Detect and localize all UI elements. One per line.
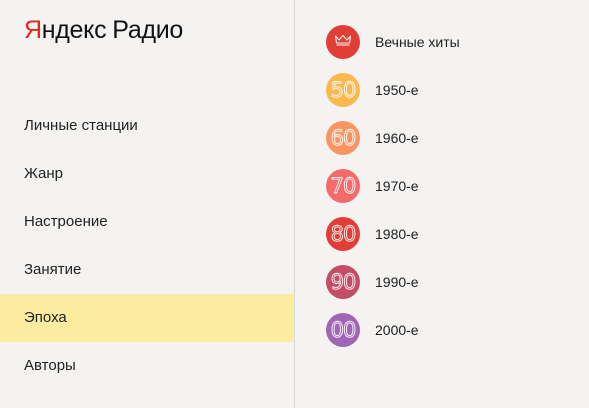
- crown-icon: [334, 33, 352, 51]
- nav-item-activity[interactable]: Занятие: [0, 246, 294, 294]
- station-badge: 90: [326, 265, 360, 299]
- station-1990s[interactable]: 90 1990-е: [326, 258, 460, 306]
- station-badge-number: 50: [330, 78, 357, 103]
- station-badge: 00: [326, 313, 360, 347]
- station-eternal-hits[interactable]: Вечные хиты: [326, 18, 460, 66]
- station-badge: 50: [326, 73, 360, 107]
- nav-item-mood[interactable]: Настроение: [0, 198, 294, 246]
- station-1950s[interactable]: 50 1950-е: [326, 66, 460, 114]
- station-label: 1950-е: [375, 82, 419, 98]
- station-2000s[interactable]: 00 2000-е: [326, 306, 460, 354]
- logo-brand-first-letter: Я: [24, 16, 42, 44]
- nav-item-epoch[interactable]: Эпоха: [0, 294, 294, 342]
- logo-brand-rest: ндекс: [41, 16, 107, 44]
- category-nav: Личные станции Жанр Настроение Занятие Э…: [0, 102, 294, 390]
- station-badge-number: 60: [330, 126, 357, 151]
- nav-item-authors[interactable]: Авторы: [0, 342, 294, 390]
- station-list: Вечные хиты 50 1950-е 60 1960-е 70 1970-…: [326, 18, 460, 354]
- station-badge: 80: [326, 217, 360, 251]
- station-1960s[interactable]: 60 1960-е: [326, 114, 460, 162]
- station-label: 1970-е: [375, 178, 419, 194]
- station-label: 1960-е: [375, 130, 419, 146]
- yandex-radio-logo[interactable]: Яндекс Радио: [24, 15, 183, 45]
- station-badge-number: 90: [330, 270, 357, 295]
- station-badge-number: 70: [330, 174, 357, 199]
- nav-item-personal-stations[interactable]: Личные станции: [0, 102, 294, 150]
- nav-item-genre[interactable]: Жанр: [0, 150, 294, 198]
- station-1980s[interactable]: 80 1980-е: [326, 210, 460, 258]
- station-1970s[interactable]: 70 1970-е: [326, 162, 460, 210]
- station-label: 2000-е: [375, 322, 419, 338]
- station-label: 1980-е: [375, 226, 419, 242]
- station-badge-number: 80: [330, 222, 357, 247]
- station-label: Вечные хиты: [375, 34, 460, 50]
- station-label: 1990-е: [375, 274, 419, 290]
- station-badge: 70: [326, 169, 360, 203]
- station-badge: [326, 25, 360, 59]
- station-badge: 60: [326, 121, 360, 155]
- logo-product-name: Радио: [112, 16, 184, 44]
- sidebar-divider: [294, 0, 295, 408]
- station-badge-number: 00: [330, 318, 357, 343]
- sidebar: Яндекс Радио Личные станции Жанр Настроен…: [0, 0, 294, 408]
